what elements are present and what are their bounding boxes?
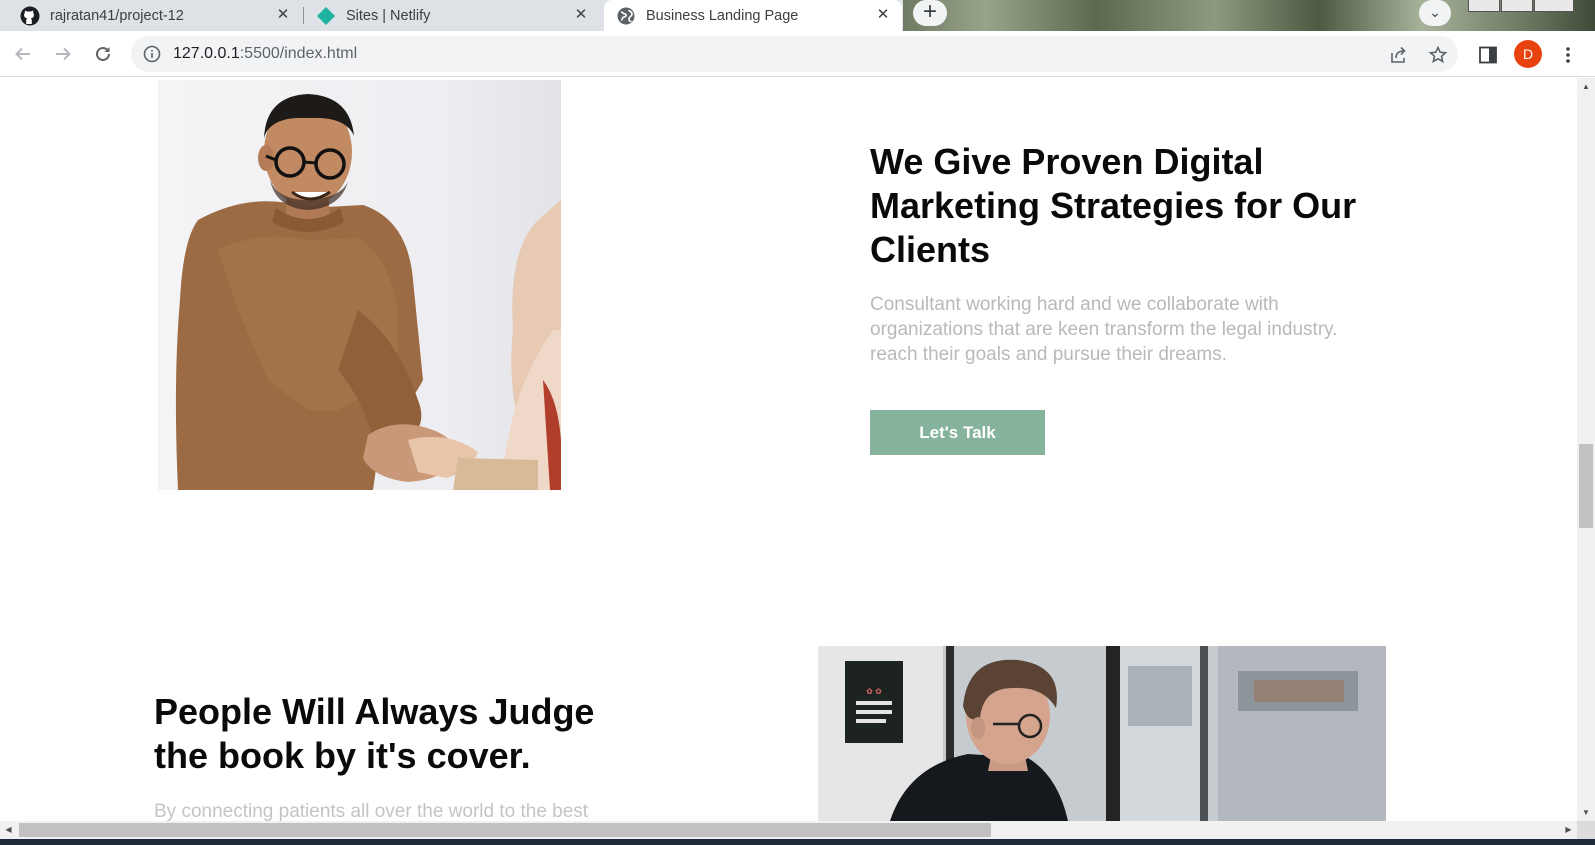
url-path: :5500/index.html: [239, 45, 358, 62]
profile-avatar[interactable]: D: [1514, 40, 1542, 68]
section-description: Consultant working hard and we collabora…: [870, 294, 1338, 365]
vertical-scrollbar[interactable]: ▲ ▼: [1577, 78, 1595, 821]
arrow-left-icon: [15, 47, 30, 61]
section-heading: We Give Proven Digital Marketing Strateg…: [870, 141, 1357, 270]
reload-icon: [96, 46, 110, 61]
close-tab-icon[interactable]: ✕: [274, 6, 292, 24]
restore-window-button[interactable]: [1501, 0, 1533, 12]
share-icon[interactable]: [1388, 45, 1408, 65]
close-tab-icon[interactable]: ✕: [572, 6, 590, 24]
horizontal-scrollbar[interactable]: ◀ ▶: [0, 821, 1577, 839]
side-panel-icon[interactable]: [1478, 45, 1498, 65]
tab-title: Sites | Netlify: [346, 7, 431, 24]
url-text[interactable]: 127.0.0.1:5500/index.html: [173, 45, 357, 63]
new-tab-button[interactable]: +: [913, 0, 947, 26]
arrow-right-icon: [56, 47, 71, 61]
vertical-scroll-thumb[interactable]: [1579, 444, 1593, 528]
url-host: 127.0.0.1: [173, 45, 240, 62]
tab-business-landing-page[interactable]: Business Landing Page ✕: [604, 0, 902, 31]
site-info-icon[interactable]: [143, 45, 161, 63]
globe-icon: [617, 7, 635, 24]
scroll-right-arrow-icon[interactable]: ▶: [1560, 821, 1577, 839]
reload-button[interactable]: [88, 39, 118, 69]
office-man-photo: ✿ ✿: [818, 646, 1386, 821]
minimize-window-button[interactable]: [1468, 0, 1500, 12]
browser-toolbar: 127.0.0.1:5500/index.html D: [0, 31, 1595, 77]
address-bar[interactable]: 127.0.0.1:5500/index.html: [131, 36, 1458, 72]
github-icon: [20, 6, 40, 25]
tab-netlify-sites[interactable]: Sites | Netlify ✕: [304, 0, 600, 31]
section-heading: People Will Always Judge the book by it'…: [154, 691, 595, 776]
lets-talk-button[interactable]: Let's Talk: [870, 410, 1045, 455]
bookmark-star-icon[interactable]: [1428, 45, 1448, 65]
netlify-icon: [317, 6, 335, 25]
tab-search-button[interactable]: ⌄: [1419, 0, 1451, 26]
tab-title: rajratan41/project-12: [50, 7, 184, 24]
tab-strip: rajratan41/project-12 ✕ Sites | Netlify …: [0, 0, 1595, 31]
menu-dots-icon[interactable]: [1558, 45, 1578, 65]
page-viewport: We Give Proven Digital Marketing Strateg…: [0, 78, 1577, 821]
svg-text:✿ ✿: ✿ ✿: [866, 687, 882, 696]
tab-title: Business Landing Page: [646, 7, 799, 24]
tab-github-project[interactable]: rajratan41/project-12 ✕: [8, 0, 302, 31]
scrollbar-corner: [1577, 821, 1595, 839]
forward-button[interactable]: [48, 39, 78, 69]
scroll-up-arrow-icon[interactable]: ▲: [1577, 78, 1595, 95]
back-button[interactable]: [8, 39, 38, 69]
close-window-button[interactable]: [1534, 0, 1574, 12]
section-description: By connecting patients all over the worl…: [154, 801, 589, 821]
scroll-left-arrow-icon[interactable]: ◀: [0, 821, 17, 839]
taskbar-edge: [0, 839, 1595, 845]
horizontal-scroll-thumb[interactable]: [19, 823, 991, 837]
scroll-down-arrow-icon[interactable]: ▼: [1577, 804, 1595, 821]
close-tab-icon[interactable]: ✕: [874, 6, 892, 24]
handshake-photo: [158, 80, 561, 490]
